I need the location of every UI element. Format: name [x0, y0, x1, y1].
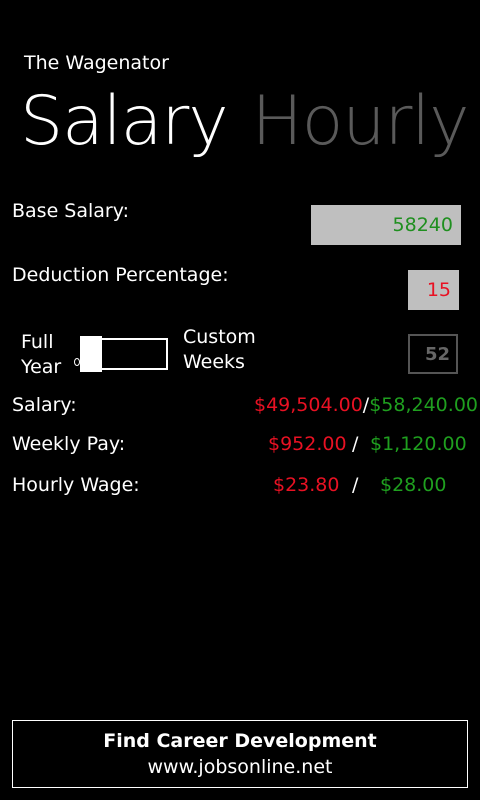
career-development-title: Find Career Development: [103, 730, 377, 752]
deduction-percentage-label: Deduction Percentage:: [12, 264, 229, 286]
pivot-salary[interactable]: Salary: [20, 82, 229, 161]
pivot-hourly[interactable]: Hourly: [252, 82, 470, 161]
hourly-wage-label: Hourly Wage:: [12, 474, 140, 496]
base-salary-label: Base Salary:: [12, 200, 130, 222]
hourly-wage-net-value: $23.80: [273, 474, 340, 496]
full-year-label-line1: Full: [21, 331, 54, 353]
app-title: The Wagenator: [24, 52, 169, 74]
weekly-pay-label: Weekly Pay:: [12, 433, 126, 455]
career-development-button[interactable]: Find Career Development www.jobsonline.n…: [12, 720, 468, 788]
hourly-wage-separator: /: [352, 474, 359, 496]
base-salary-value: 58240: [392, 214, 453, 236]
weekly-pay-net-value: $952.00: [268, 433, 347, 455]
deduction-percentage-input[interactable]: 15: [408, 270, 459, 310]
full-year-label-line2: Year: [21, 356, 62, 378]
pivot-header: Salary Hourly: [20, 82, 470, 161]
base-salary-input[interactable]: 58240: [311, 205, 461, 245]
weekly-pay-separator: /: [352, 433, 359, 455]
salary-result-values: $49,504.00/$58,240.00: [254, 394, 478, 416]
weeks-toggle-thumb[interactable]: [80, 336, 102, 372]
custom-weeks-label-line2: Weeks: [183, 351, 245, 373]
deduction-percentage-value: 15: [426, 279, 451, 301]
weekly-pay-gross-value: $1,120.00: [370, 433, 467, 455]
custom-weeks-label-line1: Custom: [183, 326, 256, 348]
salary-result-label: Salary:: [12, 394, 77, 416]
salary-net-value: $49,504.00: [254, 394, 363, 416]
salary-gross-value: $58,240.00: [369, 394, 478, 416]
full-year-label: Full Year: [21, 330, 61, 380]
custom-weeks-label: Custom Weeks: [183, 325, 256, 375]
hourly-wage-gross-value: $28.00: [380, 474, 447, 496]
custom-weeks-value: 52: [424, 343, 450, 365]
career-development-url: www.jobsonline.net: [147, 756, 333, 778]
custom-weeks-input[interactable]: 52: [408, 334, 458, 374]
